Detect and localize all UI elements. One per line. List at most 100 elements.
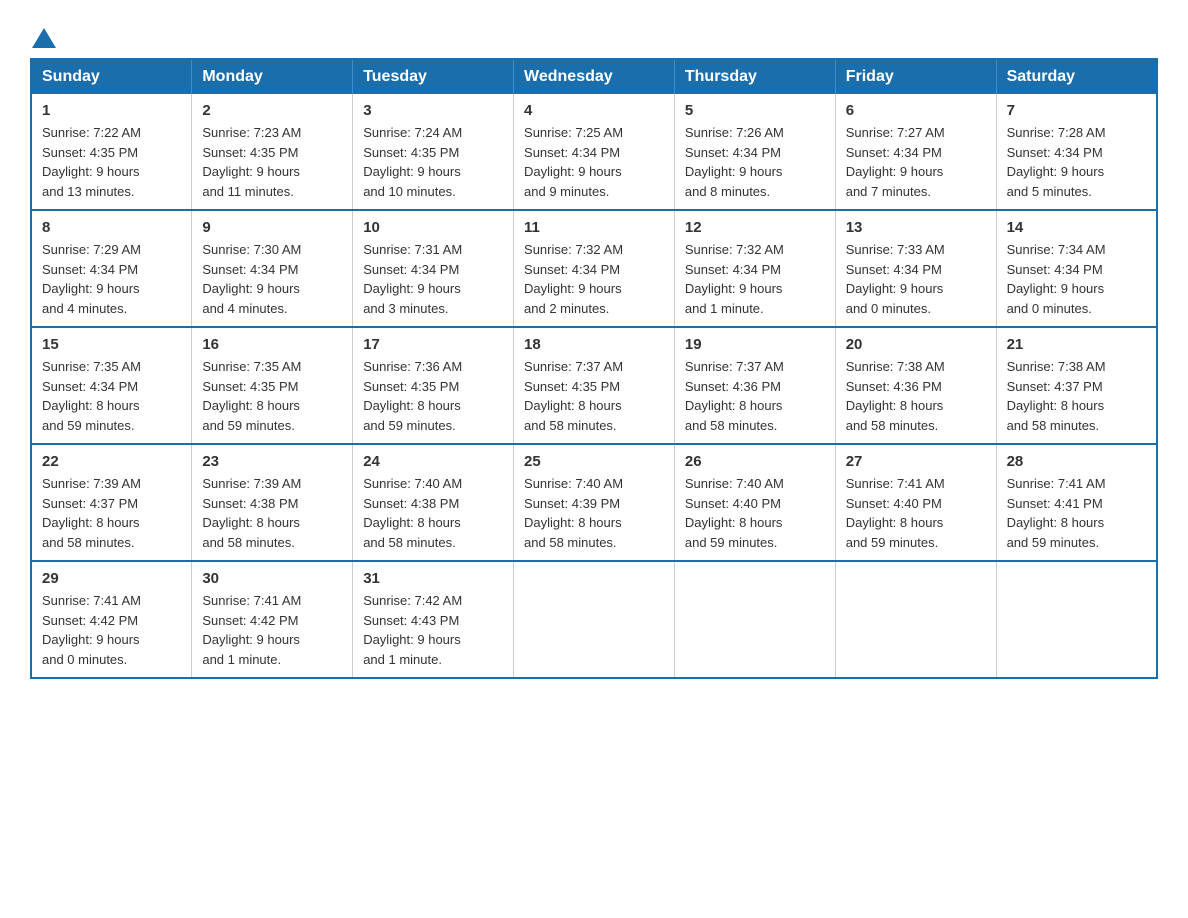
calendar-day-cell: 29 Sunrise: 7:41 AM Sunset: 4:42 PM Dayl…: [31, 561, 192, 678]
day-number: 28: [1007, 453, 1146, 470]
calendar-table: SundayMondayTuesdayWednesdayThursdayFrid…: [30, 58, 1158, 679]
calendar-week-row: 22 Sunrise: 7:39 AM Sunset: 4:37 PM Dayl…: [31, 444, 1157, 561]
weekday-header: Monday: [192, 59, 353, 94]
day-info: Sunrise: 7:28 AM Sunset: 4:34 PM Dayligh…: [1007, 123, 1146, 201]
day-info: Sunrise: 7:41 AM Sunset: 4:42 PM Dayligh…: [42, 591, 181, 669]
day-number: 12: [685, 219, 825, 236]
calendar-day-cell: 17 Sunrise: 7:36 AM Sunset: 4:35 PM Dayl…: [353, 327, 514, 444]
calendar-week-row: 29 Sunrise: 7:41 AM Sunset: 4:42 PM Dayl…: [31, 561, 1157, 678]
day-number: 31: [363, 570, 503, 587]
day-info: Sunrise: 7:33 AM Sunset: 4:34 PM Dayligh…: [846, 240, 986, 318]
calendar-day-cell: 18 Sunrise: 7:37 AM Sunset: 4:35 PM Dayl…: [514, 327, 675, 444]
day-number: 14: [1007, 219, 1146, 236]
day-number: 9: [202, 219, 342, 236]
calendar-day-cell: 24 Sunrise: 7:40 AM Sunset: 4:38 PM Dayl…: [353, 444, 514, 561]
logo-triangle-icon: [32, 28, 56, 48]
calendar-day-cell: [514, 561, 675, 678]
day-info: Sunrise: 7:40 AM Sunset: 4:38 PM Dayligh…: [363, 474, 503, 552]
day-number: 5: [685, 102, 825, 119]
calendar-day-cell: 30 Sunrise: 7:41 AM Sunset: 4:42 PM Dayl…: [192, 561, 353, 678]
calendar-day-cell: 27 Sunrise: 7:41 AM Sunset: 4:40 PM Dayl…: [835, 444, 996, 561]
day-number: 17: [363, 336, 503, 353]
day-info: Sunrise: 7:42 AM Sunset: 4:43 PM Dayligh…: [363, 591, 503, 669]
day-info: Sunrise: 7:41 AM Sunset: 4:40 PM Dayligh…: [846, 474, 986, 552]
calendar-day-cell: [996, 561, 1157, 678]
day-info: Sunrise: 7:32 AM Sunset: 4:34 PM Dayligh…: [524, 240, 664, 318]
day-info: Sunrise: 7:32 AM Sunset: 4:34 PM Dayligh…: [685, 240, 825, 318]
day-info: Sunrise: 7:29 AM Sunset: 4:34 PM Dayligh…: [42, 240, 181, 318]
calendar-day-cell: 26 Sunrise: 7:40 AM Sunset: 4:40 PM Dayl…: [674, 444, 835, 561]
day-number: 23: [202, 453, 342, 470]
day-info: Sunrise: 7:31 AM Sunset: 4:34 PM Dayligh…: [363, 240, 503, 318]
calendar-day-cell: 13 Sunrise: 7:33 AM Sunset: 4:34 PM Dayl…: [835, 210, 996, 327]
day-number: 7: [1007, 102, 1146, 119]
calendar-day-cell: 20 Sunrise: 7:38 AM Sunset: 4:36 PM Dayl…: [835, 327, 996, 444]
day-number: 29: [42, 570, 181, 587]
page-header: [30, 24, 1158, 40]
calendar-day-cell: 11 Sunrise: 7:32 AM Sunset: 4:34 PM Dayl…: [514, 210, 675, 327]
day-number: 3: [363, 102, 503, 119]
calendar-day-cell: 22 Sunrise: 7:39 AM Sunset: 4:37 PM Dayl…: [31, 444, 192, 561]
day-number: 19: [685, 336, 825, 353]
calendar-day-cell: 6 Sunrise: 7:27 AM Sunset: 4:34 PM Dayli…: [835, 94, 996, 210]
day-info: Sunrise: 7:27 AM Sunset: 4:34 PM Dayligh…: [846, 123, 986, 201]
day-number: 1: [42, 102, 181, 119]
calendar-day-cell: 14 Sunrise: 7:34 AM Sunset: 4:34 PM Dayl…: [996, 210, 1157, 327]
calendar-day-cell: 9 Sunrise: 7:30 AM Sunset: 4:34 PM Dayli…: [192, 210, 353, 327]
calendar-day-cell: [835, 561, 996, 678]
calendar-day-cell: 4 Sunrise: 7:25 AM Sunset: 4:34 PM Dayli…: [514, 94, 675, 210]
calendar-day-cell: 7 Sunrise: 7:28 AM Sunset: 4:34 PM Dayli…: [996, 94, 1157, 210]
weekday-header: Saturday: [996, 59, 1157, 94]
day-info: Sunrise: 7:39 AM Sunset: 4:38 PM Dayligh…: [202, 474, 342, 552]
calendar-day-cell: 3 Sunrise: 7:24 AM Sunset: 4:35 PM Dayli…: [353, 94, 514, 210]
day-number: 13: [846, 219, 986, 236]
calendar-day-cell: [674, 561, 835, 678]
day-info: Sunrise: 7:38 AM Sunset: 4:36 PM Dayligh…: [846, 357, 986, 435]
weekday-header: Tuesday: [353, 59, 514, 94]
calendar-day-cell: 15 Sunrise: 7:35 AM Sunset: 4:34 PM Dayl…: [31, 327, 192, 444]
calendar-day-cell: 8 Sunrise: 7:29 AM Sunset: 4:34 PM Dayli…: [31, 210, 192, 327]
day-info: Sunrise: 7:24 AM Sunset: 4:35 PM Dayligh…: [363, 123, 503, 201]
day-info: Sunrise: 7:23 AM Sunset: 4:35 PM Dayligh…: [202, 123, 342, 201]
day-number: 18: [524, 336, 664, 353]
day-number: 8: [42, 219, 181, 236]
calendar-day-cell: 2 Sunrise: 7:23 AM Sunset: 4:35 PM Dayli…: [192, 94, 353, 210]
calendar-day-cell: 21 Sunrise: 7:38 AM Sunset: 4:37 PM Dayl…: [996, 327, 1157, 444]
day-number: 6: [846, 102, 986, 119]
day-info: Sunrise: 7:38 AM Sunset: 4:37 PM Dayligh…: [1007, 357, 1146, 435]
day-info: Sunrise: 7:41 AM Sunset: 4:42 PM Dayligh…: [202, 591, 342, 669]
calendar-week-row: 15 Sunrise: 7:35 AM Sunset: 4:34 PM Dayl…: [31, 327, 1157, 444]
weekday-header: Friday: [835, 59, 996, 94]
day-number: 4: [524, 102, 664, 119]
weekday-header: Thursday: [674, 59, 835, 94]
day-info: Sunrise: 7:35 AM Sunset: 4:34 PM Dayligh…: [42, 357, 181, 435]
calendar-day-cell: 1 Sunrise: 7:22 AM Sunset: 4:35 PM Dayli…: [31, 94, 192, 210]
day-number: 16: [202, 336, 342, 353]
calendar-day-cell: 28 Sunrise: 7:41 AM Sunset: 4:41 PM Dayl…: [996, 444, 1157, 561]
day-info: Sunrise: 7:37 AM Sunset: 4:36 PM Dayligh…: [685, 357, 825, 435]
day-number: 20: [846, 336, 986, 353]
day-info: Sunrise: 7:34 AM Sunset: 4:34 PM Dayligh…: [1007, 240, 1146, 318]
day-number: 15: [42, 336, 181, 353]
day-info: Sunrise: 7:40 AM Sunset: 4:39 PM Dayligh…: [524, 474, 664, 552]
day-number: 24: [363, 453, 503, 470]
calendar-day-cell: 12 Sunrise: 7:32 AM Sunset: 4:34 PM Dayl…: [674, 210, 835, 327]
day-info: Sunrise: 7:30 AM Sunset: 4:34 PM Dayligh…: [202, 240, 342, 318]
day-info: Sunrise: 7:35 AM Sunset: 4:35 PM Dayligh…: [202, 357, 342, 435]
day-info: Sunrise: 7:26 AM Sunset: 4:34 PM Dayligh…: [685, 123, 825, 201]
calendar-day-cell: 5 Sunrise: 7:26 AM Sunset: 4:34 PM Dayli…: [674, 94, 835, 210]
calendar-day-cell: 10 Sunrise: 7:31 AM Sunset: 4:34 PM Dayl…: [353, 210, 514, 327]
day-number: 21: [1007, 336, 1146, 353]
day-number: 11: [524, 219, 664, 236]
day-number: 10: [363, 219, 503, 236]
weekday-header: Sunday: [31, 59, 192, 94]
logo: [30, 24, 58, 40]
calendar-day-cell: 19 Sunrise: 7:37 AM Sunset: 4:36 PM Dayl…: [674, 327, 835, 444]
day-number: 22: [42, 453, 181, 470]
calendar-week-row: 8 Sunrise: 7:29 AM Sunset: 4:34 PM Dayli…: [31, 210, 1157, 327]
day-info: Sunrise: 7:39 AM Sunset: 4:37 PM Dayligh…: [42, 474, 181, 552]
day-number: 25: [524, 453, 664, 470]
calendar-header-row: SundayMondayTuesdayWednesdayThursdayFrid…: [31, 59, 1157, 94]
day-info: Sunrise: 7:25 AM Sunset: 4:34 PM Dayligh…: [524, 123, 664, 201]
calendar-day-cell: 31 Sunrise: 7:42 AM Sunset: 4:43 PM Dayl…: [353, 561, 514, 678]
